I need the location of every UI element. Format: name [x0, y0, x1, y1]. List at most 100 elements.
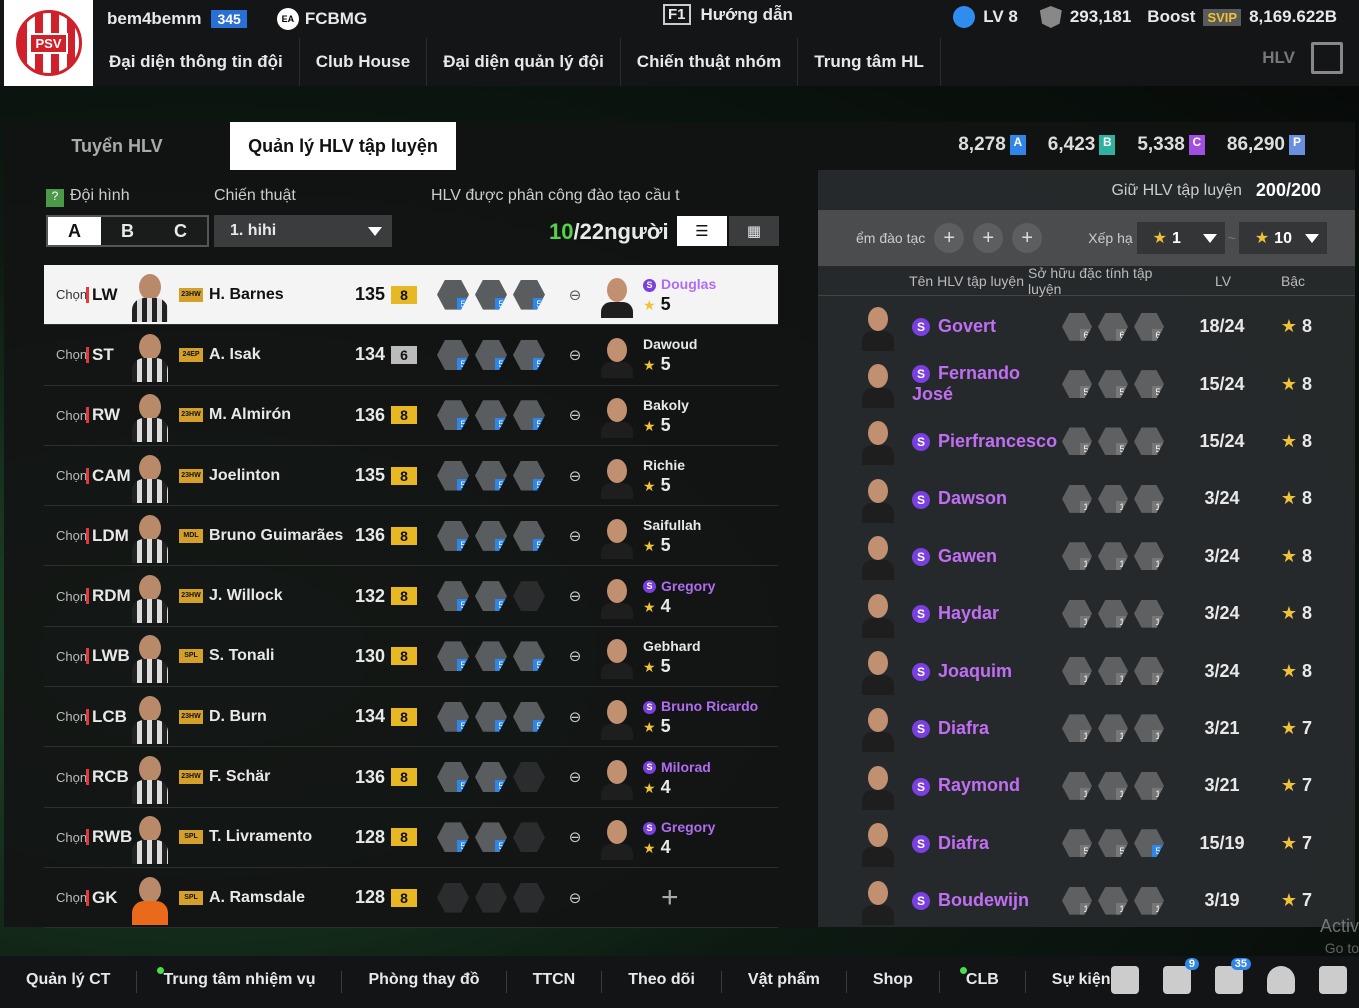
training-skill-icon[interactable]: 5: [475, 279, 507, 310]
nav-item-2[interactable]: Đại diện quản lý đội: [427, 38, 621, 86]
select-label[interactable]: Chọn: [44, 528, 87, 543]
select-label[interactable]: Chọn: [44, 709, 87, 724]
player-row[interactable]: Chọn LCB 23HW D. Burn 134 8 5 5 5 ⊖ S Bruno Ricardo…: [44, 687, 778, 748]
training-skill-icon[interactable]: 5: [437, 339, 469, 370]
link-icon[interactable]: ⊖: [561, 647, 589, 665]
coach-row[interactable]: S Raymond 1 1 1 3/21 ★ 7: [818, 757, 1355, 814]
select-label[interactable]: Chọn: [44, 347, 87, 362]
training-skill-icon[interactable]: 5: [513, 641, 545, 672]
squad-b-button[interactable]: B: [101, 217, 154, 245]
tab-recruit-coach[interactable]: Tuyển HLV: [4, 122, 230, 170]
select-label[interactable]: Chọn: [44, 589, 87, 604]
bottom-nav-item-7[interactable]: CLB: [940, 967, 1026, 993]
nav-item-3[interactable]: Chiến thuật nhóm: [621, 38, 799, 86]
bottom-nav-item-3[interactable]: TTCN: [507, 971, 603, 993]
nav-item-0[interactable]: Đại diện thông tin đội: [93, 38, 300, 86]
coach-row[interactable]: S Pierfrancesco 5 5 5 15/24 ★ 8: [818, 413, 1355, 470]
training-skill-icon[interactable]: 5: [437, 460, 469, 491]
coach-row[interactable]: S Joaquim 1 1 1 3/24 ★ 8: [818, 642, 1355, 699]
player-row[interactable]: Chọn RCB 23HW F. Schär 136 8 5 5 ⊖ S Milorad ★ 4: [44, 747, 778, 808]
player-row[interactable]: Chọn CAM 23HW Joelinton 135 8 5 5 5 ⊖ Richie ★ 5: [44, 446, 778, 507]
training-skill-icon[interactable]: 5: [475, 520, 507, 551]
bottom-nav-item-4[interactable]: Theo dõi: [602, 971, 722, 993]
coach-info[interactable]: S Milorad ★ 4: [643, 757, 711, 798]
training-skill-icon[interactable]: [513, 882, 545, 913]
coach-row[interactable]: S Diafra 5 5 5 15/19 ★ 7: [818, 815, 1355, 872]
link-icon[interactable]: ⊖: [561, 286, 589, 304]
training-skill-icon[interactable]: [513, 822, 545, 853]
bell-icon[interactable]: 35: [1215, 958, 1251, 994]
coach-row[interactable]: S Gawen 1 1 1 3/24 ★ 8: [818, 528, 1355, 585]
training-skill-icon[interactable]: 5: [475, 460, 507, 491]
training-skill-icon[interactable]: 5: [475, 339, 507, 370]
coach-row[interactable]: S Govert 6 6 6 18/24 ★ 8: [818, 298, 1355, 355]
player-row[interactable]: Chọn LW 23HW H. Barnes 135 8 5 5 5 ⊖ S Douglas ★ 5: [44, 265, 778, 326]
link-icon[interactable]: ⊖: [561, 768, 589, 786]
tactic-dropdown[interactable]: 1. hihi: [214, 215, 392, 247]
link-icon[interactable]: ⊖: [561, 587, 589, 605]
coach-info[interactable]: Richie ★ 5: [643, 455, 685, 496]
bottom-nav-item-0[interactable]: Quản lý CT: [0, 971, 138, 993]
coach-info[interactable]: S Bruno Ricardo ★ 5: [643, 696, 758, 737]
bottom-nav-item-5[interactable]: Vật phẩm: [722, 971, 847, 993]
nav-item-1[interactable]: Club House: [300, 38, 428, 86]
training-skill-icon[interactable]: 5: [437, 520, 469, 551]
training-skill-icon[interactable]: 5: [437, 641, 469, 672]
select-label[interactable]: Chọn: [44, 468, 87, 483]
guide-button[interactable]: F1 Hướng dẫn: [663, 4, 793, 25]
player-row[interactable]: Chọn LWB SPL S. Tonali 130 8 5 5 5 ⊖ Gebhard ★ 5: [44, 627, 778, 688]
settings-icon[interactable]: [1319, 966, 1347, 994]
training-skill-icon[interactable]: [513, 581, 545, 612]
bottom-nav-item-6[interactable]: Shop: [847, 971, 940, 993]
training-skill-icon[interactable]: 5: [475, 400, 507, 431]
profile-icon[interactable]: [1267, 966, 1295, 994]
player-row[interactable]: Chọn GK SPL A. Ramsdale 128 8 ⊖ +: [44, 868, 778, 929]
training-skill-icon[interactable]: 5: [513, 520, 545, 551]
bottom-nav-item-2[interactable]: Phòng thay đồ: [342, 971, 507, 993]
grid-view-icon[interactable]: ▦: [729, 216, 779, 246]
link-icon[interactable]: ⊖: [561, 708, 589, 726]
link-icon[interactable]: ⊖: [561, 346, 589, 364]
add-filter-2-icon[interactable]: +: [973, 223, 1004, 253]
coach-info[interactable]: S Gregory ★ 4: [643, 576, 715, 617]
training-skill-icon[interactable]: 5: [437, 701, 469, 732]
training-skill-icon[interactable]: 5: [437, 400, 469, 431]
link-icon[interactable]: ⊖: [561, 467, 589, 485]
coach-row[interactable]: S Haydar 1 1 1 3/24 ★ 8: [818, 585, 1355, 642]
player-row[interactable]: Chọn RWB SPL T. Livramento 128 8 5 5 ⊖ S Gregory ★ 4: [44, 808, 778, 868]
training-skill-icon[interactable]: [437, 882, 469, 913]
training-skill-icon[interactable]: 5: [437, 581, 469, 612]
training-skill-icon[interactable]: 5: [475, 581, 507, 612]
player-row[interactable]: Chọn LDM MDL Bruno Guimarães 136 8 5 5 5 ⊖ Saifull…: [44, 506, 778, 567]
training-skill-icon[interactable]: 5: [475, 762, 507, 793]
player-row[interactable]: Chọn RDM 23HW J. Willock 132 8 5 5 ⊖ S Gregory ★ 4: [44, 566, 778, 627]
list-view-icon[interactable]: ☰: [677, 216, 727, 246]
training-skill-icon[interactable]: 5: [513, 400, 545, 431]
help-icon[interactable]: ?: [46, 189, 64, 207]
training-skill-icon[interactable]: 5: [475, 822, 507, 853]
squad-a-button[interactable]: A: [48, 217, 101, 245]
training-skill-icon[interactable]: [475, 882, 507, 913]
nav-item-4[interactable]: Trung tâm HL: [798, 38, 941, 86]
training-skill-icon[interactable]: 5: [513, 279, 545, 310]
add-coach-icon[interactable]: +: [661, 881, 679, 915]
coach-info[interactable]: Gebhard ★ 5: [643, 636, 701, 677]
coach-info[interactable]: Dawoud ★ 5: [643, 334, 697, 375]
training-skill-icon[interactable]: 5: [437, 822, 469, 853]
select-label[interactable]: Chọn: [44, 649, 87, 664]
coach-row[interactable]: S Diafra 1 1 1 3/21 ★ 7: [818, 700, 1355, 757]
player-row[interactable]: Chọn ST 24EP A. Isak 134 6 5 5 5 ⊖ Dawoud ★ 5: [44, 325, 778, 386]
bottom-nav-item-1[interactable]: Trung tâm nhiệm vụ: [137, 967, 343, 993]
select-label[interactable]: Chọn: [44, 890, 87, 905]
player-row[interactable]: Chọn RW 23HW M. Almirón 136 8 5 5 5 ⊖ Bakoly ★ 5: [44, 386, 778, 446]
coach-info[interactable]: Saifullah ★ 5: [643, 515, 701, 556]
training-skill-icon[interactable]: 5: [475, 641, 507, 672]
coach-info[interactable]: S Gregory ★ 4: [643, 817, 715, 858]
select-label[interactable]: Chọn: [44, 770, 87, 785]
coach-row[interactable]: S Fernando José 5 5 5 15/24 ★ 8: [818, 355, 1355, 412]
training-skill-icon[interactable]: 5: [475, 701, 507, 732]
coach-info[interactable]: Bakoly ★ 5: [643, 395, 689, 436]
select-label[interactable]: Chọn: [44, 287, 87, 302]
select-label[interactable]: Chọn: [44, 408, 87, 423]
link-icon[interactable]: ⊖: [561, 889, 589, 907]
